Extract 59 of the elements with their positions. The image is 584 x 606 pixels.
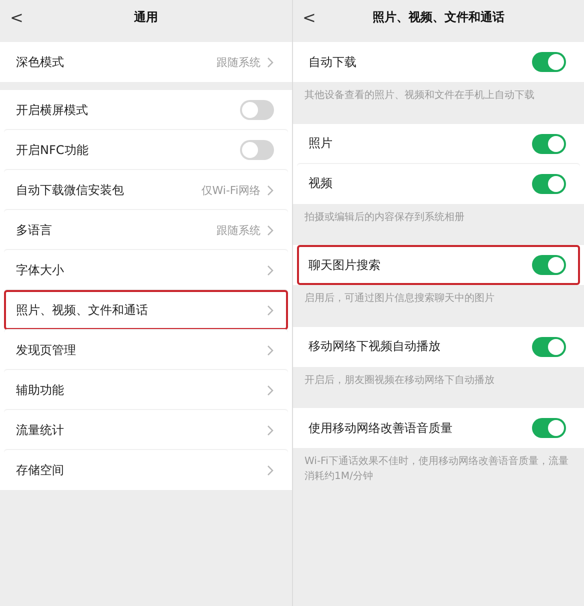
setting-description: 启用后，可通过图片信息搜索聊天中的图片 bbox=[304, 292, 496, 306]
setting-description: 其他设备查看的照片、视频和文件在手机上自动下载 bbox=[304, 88, 536, 103]
setting-label: 自动下载 bbox=[308, 54, 358, 70]
setting-description: 开启后，朋友圈视频在移动网络下自动播放 bbox=[304, 374, 496, 388]
settings-row[interactable]: 照片 bbox=[296, 124, 580, 164]
setting-label: 自动下载微信安装包 bbox=[16, 182, 125, 198]
back-button[interactable]: < bbox=[298, 6, 320, 29]
settings-row[interactable]: 开启横屏模式 bbox=[4, 90, 288, 130]
setting-label: 字体大小 bbox=[16, 262, 65, 278]
chevron-icon bbox=[266, 224, 274, 236]
settings-row[interactable]: 自动下载微信安装包 仅Wi-Fi网络 bbox=[4, 170, 288, 210]
chevron-icon bbox=[266, 344, 274, 356]
chevron-icon bbox=[266, 56, 274, 68]
toggle-switch[interactable] bbox=[532, 174, 566, 194]
setting-label: 移动网络下视频自动播放 bbox=[308, 338, 442, 355]
setting-value: 仅Wi-Fi网络 bbox=[201, 182, 260, 198]
setting-label: 流量统计 bbox=[16, 422, 65, 438]
chevron-icon bbox=[266, 264, 274, 276]
setting-label: 视频 bbox=[308, 175, 334, 192]
toggle-switch[interactable] bbox=[532, 134, 566, 154]
toggle-switch[interactable] bbox=[532, 255, 566, 275]
chevron-icon bbox=[266, 464, 274, 476]
setting-label: 聊天图片搜索 bbox=[308, 256, 382, 274]
setting-label: 照片 bbox=[308, 135, 334, 152]
settings-row[interactable]: 照片、视频、文件和通话 bbox=[4, 290, 288, 330]
toggle-switch[interactable] bbox=[240, 140, 274, 160]
chevron-icon bbox=[266, 304, 274, 316]
setting-label: 使用移动网络改善语音质量 bbox=[308, 420, 454, 436]
page-title: 通用 bbox=[134, 8, 158, 26]
settings-row[interactable]: 视频 bbox=[296, 164, 580, 204]
setting-description: 拍摄或编辑后的内容保存到系统相册 bbox=[304, 210, 466, 224]
setting-label: 开启NFC功能 bbox=[16, 142, 90, 158]
settings-row[interactable]: 开启NFC功能 bbox=[4, 130, 288, 170]
setting-label: 辅助功能 bbox=[16, 382, 65, 398]
page-title: 照片、视频、文件和通话 bbox=[372, 8, 504, 26]
toggle-switch[interactable] bbox=[532, 336, 566, 356]
setting-description: Wi-Fi下通话效果不佳时，使用移动网络改善语音质量，流量消耗约1M/分钟 bbox=[304, 454, 570, 484]
setting-label: 存储空间 bbox=[16, 462, 65, 478]
toggle-switch[interactable] bbox=[240, 100, 274, 120]
back-button[interactable]: < bbox=[6, 6, 28, 29]
setting-label: 开启横屏模式 bbox=[16, 102, 89, 118]
setting-label: 照片、视频、文件和通话 bbox=[16, 302, 149, 318]
setting-label: 深色模式 bbox=[16, 54, 65, 70]
settings-row[interactable]: 流量统计 bbox=[4, 410, 288, 450]
chevron-icon bbox=[266, 184, 274, 196]
setting-label: 多语言 bbox=[16, 222, 53, 238]
settings-row[interactable]: 发现页管理 bbox=[4, 330, 288, 370]
toggle-switch[interactable] bbox=[532, 52, 566, 72]
settings-row[interactable]: 辅助功能 bbox=[4, 370, 288, 410]
toggle-switch[interactable] bbox=[532, 418, 566, 438]
settings-row[interactable]: 聊天图片搜索 bbox=[296, 245, 580, 285]
setting-value: 跟随系统 bbox=[216, 222, 260, 238]
setting-label: 发现页管理 bbox=[16, 342, 77, 358]
setting-value: 跟随系统 bbox=[216, 54, 260, 70]
chevron-icon bbox=[266, 424, 274, 436]
chevron-icon bbox=[266, 384, 274, 396]
settings-row[interactable]: 字体大小 bbox=[4, 250, 288, 290]
settings-row[interactable]: 存储空间 bbox=[4, 450, 288, 490]
settings-row[interactable]: 多语言 跟随系统 bbox=[4, 210, 288, 250]
